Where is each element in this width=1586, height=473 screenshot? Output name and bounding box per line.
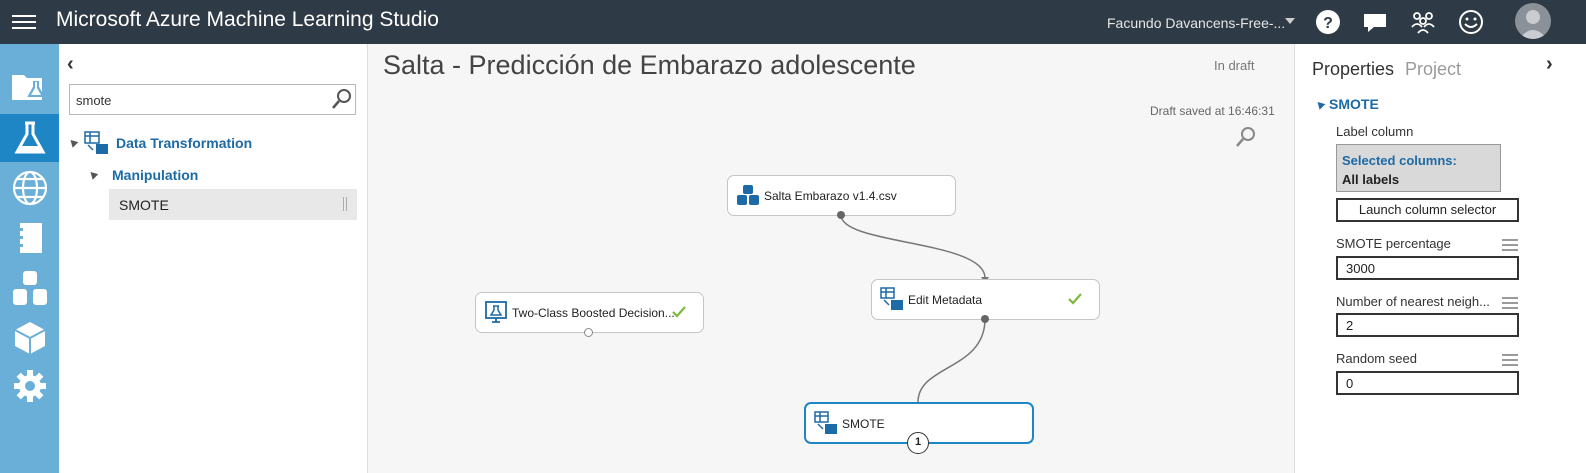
parameter-menu-icon[interactable]	[1502, 297, 1518, 310]
model-icon	[485, 301, 507, 323]
smote-percentage-field	[1336, 256, 1519, 280]
output-port[interactable]	[837, 211, 845, 219]
random-seed-label: Random seed	[1336, 351, 1417, 366]
selected-columns-title: Selected columns:	[1342, 153, 1457, 168]
smote-percentage-input[interactable]	[1346, 261, 1506, 276]
node-label: Edit Metadata	[908, 293, 983, 307]
node-edit-metadata[interactable]: Edit Metadata	[871, 279, 1100, 320]
nearest-neighbors-field	[1336, 313, 1519, 337]
check-icon	[1068, 293, 1082, 305]
node-label: Salta Embarazo v1.4.csv	[764, 189, 897, 203]
output-port-badge[interactable]: 1	[907, 432, 929, 454]
label-column-label: Label column	[1336, 124, 1414, 139]
selected-columns-value: All labels	[1342, 172, 1400, 187]
node-dataset[interactable]: Salta Embarazo v1.4.csv	[727, 175, 956, 216]
check-icon	[672, 306, 686, 318]
parameter-menu-icon[interactable]	[1502, 239, 1518, 252]
selected-columns-box: Selected columns: All labels	[1336, 144, 1501, 192]
tab-properties[interactable]: Properties	[1312, 59, 1394, 80]
tab-project[interactable]: Project	[1405, 59, 1461, 80]
random-seed-field	[1336, 371, 1519, 395]
parameter-menu-icon[interactable]	[1502, 354, 1518, 367]
data-transformation-icon	[880, 287, 903, 310]
random-seed-input[interactable]	[1346, 376, 1506, 391]
dataset-icon	[737, 185, 759, 205]
collapse-properties-chevron-icon[interactable]: ›	[1546, 53, 1553, 76]
output-port[interactable]	[584, 328, 593, 337]
smote-percentage-label: SMOTE percentage	[1336, 236, 1451, 251]
node-label: Two-Class Boosted Decision...	[512, 306, 675, 320]
node-two-class-boosted-decision-tree[interactable]: Two-Class Boosted Decision...	[475, 292, 704, 333]
node-label: SMOTE	[842, 417, 885, 431]
output-port[interactable]	[981, 315, 989, 323]
properties-section-title: SMOTE	[1329, 96, 1379, 112]
nearest-neighbors-label: Number of nearest neigh...	[1336, 294, 1490, 309]
nearest-neighbors-input[interactable]	[1346, 318, 1506, 333]
data-transformation-icon	[814, 411, 837, 434]
launch-column-selector-button[interactable]: Launch column selector	[1336, 198, 1519, 222]
